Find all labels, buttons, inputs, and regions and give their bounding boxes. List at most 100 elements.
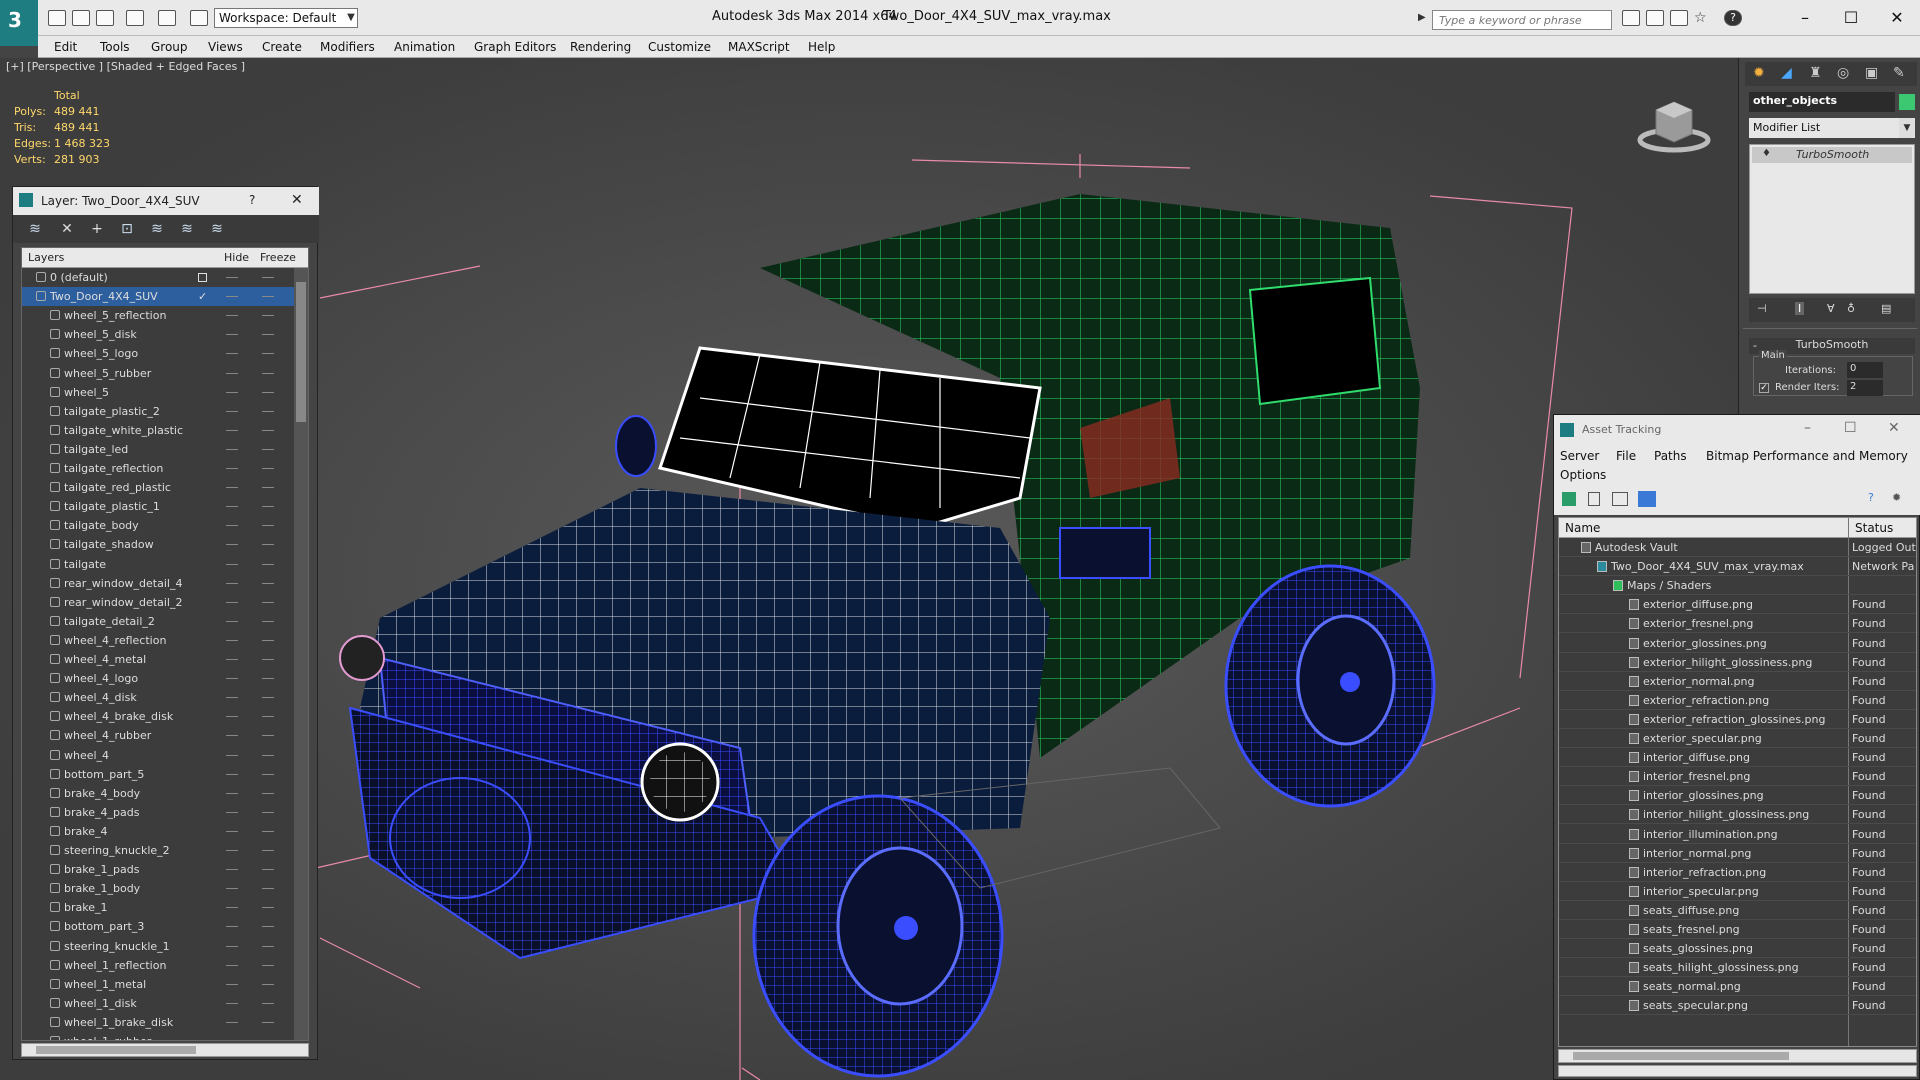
- binoculars-icon[interactable]: [1622, 10, 1640, 26]
- render-iters-spinner[interactable]: 2: [1847, 380, 1883, 396]
- current-layer-box-icon[interactable]: [198, 273, 207, 282]
- layer-panel-title-bar[interactable]: Layer: Two_Door_4X4_SUV ? ✕: [13, 187, 319, 215]
- hide-toggle[interactable]: [226, 945, 238, 947]
- freeze-toggle[interactable]: [262, 525, 274, 527]
- new-file-icon[interactable]: [48, 10, 66, 26]
- menu-animation[interactable]: Animation: [394, 40, 455, 54]
- layer-row[interactable]: tailgate: [22, 555, 302, 574]
- asset-row[interactable]: interior_fresnel.png Found: [1559, 767, 1916, 787]
- freeze-toggle[interactable]: [262, 850, 274, 851]
- hide-toggle[interactable]: [226, 315, 238, 317]
- search-input[interactable]: Type a keyword or phrase: [1432, 10, 1612, 30]
- menu-create[interactable]: Create: [262, 40, 302, 54]
- col-layers[interactable]: Layers: [28, 251, 64, 264]
- freeze-toggle[interactable]: [262, 544, 274, 546]
- layer-row[interactable]: brake_1: [22, 898, 302, 917]
- layer-row[interactable]: brake_4_pads: [22, 803, 302, 822]
- motion-tab-icon[interactable]: ◎: [1837, 65, 1849, 81]
- layer-row[interactable]: wheel_4_rubber: [22, 726, 302, 745]
- refresh-icon[interactable]: [1562, 492, 1576, 506]
- freeze-toggle[interactable]: [262, 468, 274, 469]
- maximize-button[interactable]: ☐: [1834, 6, 1868, 30]
- hide-toggle[interactable]: [226, 639, 238, 641]
- layer-vscroll[interactable]: [294, 268, 308, 1040]
- freeze-toggle[interactable]: [262, 1002, 274, 1004]
- minimize-button[interactable]: –: [1804, 420, 1811, 436]
- table-view-icon[interactable]: [1638, 491, 1656, 507]
- search-expand-icon[interactable]: ▶: [1418, 12, 1428, 26]
- layer-row[interactable]: brake_1_pads: [22, 860, 302, 879]
- asset-row[interactable]: seats_normal.png Found: [1559, 977, 1916, 997]
- menu-paths[interactable]: Paths: [1654, 449, 1687, 463]
- hide-toggle[interactable]: [226, 468, 238, 469]
- workspace-select[interactable]: Workspace: Default: [214, 8, 358, 28]
- modifier-stack[interactable]: TurboSmooth ♦: [1749, 144, 1915, 294]
- layer-row[interactable]: wheel_4: [22, 746, 302, 765]
- modifier-list-dropdown[interactable]: Modifier List: [1749, 118, 1899, 138]
- layer-row[interactable]: tailgate_reflection: [22, 459, 302, 478]
- freeze-toggle[interactable]: [262, 487, 274, 489]
- hide-toggle[interactable]: [226, 277, 238, 278]
- freeze-toggle[interactable]: [262, 296, 274, 298]
- col-status[interactable]: Status: [1855, 521, 1893, 535]
- layer-row[interactable]: wheel_5_rubber: [22, 364, 302, 383]
- light-bulb-icon[interactable]: ♦: [1762, 148, 1771, 159]
- hide-toggle[interactable]: [226, 964, 238, 966]
- freeze-toggle[interactable]: [262, 964, 274, 966]
- freeze-toggle[interactable]: [262, 716, 274, 718]
- chevron-down-icon[interactable]: ▼: [343, 8, 359, 28]
- col-hide[interactable]: Hide: [224, 251, 249, 264]
- menu-bitmap-performance[interactable]: Bitmap Performance and Memory: [1706, 449, 1908, 463]
- menu-customize[interactable]: Customize: [648, 40, 711, 54]
- hide-toggle[interactable]: [226, 620, 238, 622]
- object-name-field[interactable]: other_objects: [1749, 92, 1895, 112]
- layer-row[interactable]: wheel_4_logo: [22, 669, 302, 688]
- layer-row[interactable]: tailgate_red_plastic: [22, 478, 302, 497]
- communication-icon[interactable]: [1670, 10, 1688, 26]
- layer-row[interactable]: Two_Door_4X4_SUV ✓: [22, 287, 302, 307]
- layer-row[interactable]: wheel_4_reflection: [22, 631, 302, 650]
- freeze-toggle[interactable]: [262, 372, 274, 374]
- highlight-layer-icon[interactable]: ≋: [149, 221, 165, 237]
- freeze-toggle[interactable]: [262, 697, 274, 699]
- layer-row[interactable]: wheel_1_reflection: [22, 956, 302, 975]
- layer-row[interactable]: bottom_part_5: [22, 765, 302, 784]
- menu-views[interactable]: Views: [208, 40, 243, 54]
- asset-hscroll[interactable]: [1558, 1049, 1917, 1063]
- hide-toggle[interactable]: [226, 1021, 238, 1023]
- hierarchy-tab-icon[interactable]: ♜: [1809, 65, 1822, 81]
- freeze-toggle[interactable]: [262, 811, 274, 813]
- asset-row[interactable]: seats_specular.png Found: [1559, 996, 1916, 1016]
- freeze-toggle[interactable]: [262, 639, 274, 641]
- minimize-button[interactable]: –: [1788, 6, 1822, 30]
- layer-row[interactable]: wheel_1_disk: [22, 994, 302, 1013]
- current-layer-check-icon[interactable]: ✓: [198, 287, 207, 306]
- layer-row[interactable]: wheel_4_metal: [22, 650, 302, 669]
- asset-row[interactable]: seats_glossines.png Found: [1559, 939, 1916, 959]
- scroll-thumb[interactable]: [36, 1046, 196, 1054]
- menu-tools[interactable]: Tools: [100, 40, 130, 54]
- hold-icon[interactable]: [190, 10, 208, 26]
- freeze-toggle[interactable]: [262, 926, 274, 928]
- hide-toggle[interactable]: [226, 1002, 238, 1004]
- hide-toggle[interactable]: [226, 429, 238, 431]
- hide-toggle[interactable]: [226, 506, 238, 508]
- hide-toggle[interactable]: [226, 678, 238, 680]
- asset-path-field[interactable]: [1558, 1065, 1917, 1077]
- layer-row[interactable]: tailgate_white_plastic: [22, 421, 302, 440]
- asset-row[interactable]: exterior_specular.png Found: [1559, 729, 1916, 748]
- asset-row[interactable]: interior_illumination.png Found: [1559, 825, 1916, 844]
- modify-tab-icon[interactable]: ◢: [1781, 65, 1792, 81]
- layer-row[interactable]: wheel_1_metal: [22, 975, 302, 994]
- menu-file[interactable]: File: [1616, 449, 1636, 463]
- asset-row[interactable]: exterior_diffuse.png Found: [1559, 595, 1916, 615]
- select-in-layer-icon[interactable]: ⊡: [119, 221, 135, 237]
- layer-row[interactable]: tailgate_led: [22, 440, 302, 459]
- asset-row[interactable]: interior_normal.png Found: [1559, 844, 1916, 863]
- hide-toggle[interactable]: [226, 983, 238, 985]
- hide-toggle[interactable]: [226, 448, 238, 450]
- hide-toggle[interactable]: [226, 353, 238, 355]
- configure-sets-icon[interactable]: ▤: [1881, 302, 1891, 315]
- freeze-toggle[interactable]: [262, 429, 274, 431]
- freeze-toggle[interactable]: [262, 315, 274, 317]
